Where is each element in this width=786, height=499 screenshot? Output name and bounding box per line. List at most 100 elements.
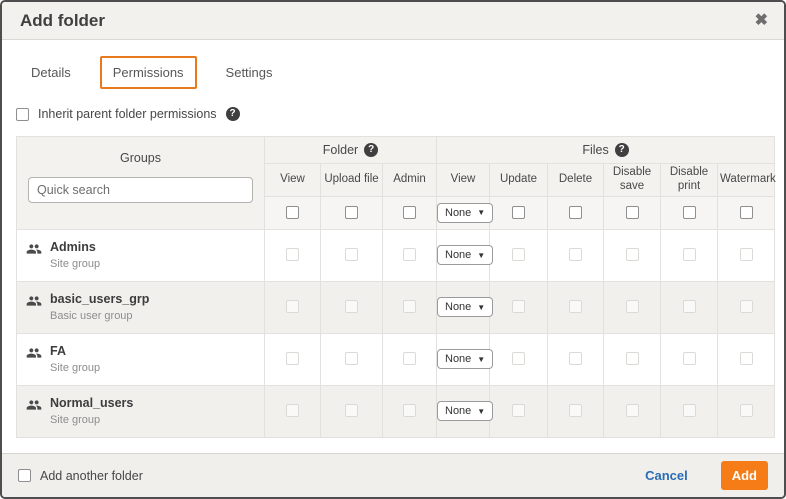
files-delete-checkbox[interactable] xyxy=(569,300,582,313)
inherit-help-icon[interactable]: ? xyxy=(226,107,240,121)
files-disable-save-checkbox[interactable] xyxy=(626,404,639,417)
folder-upload-checkbox[interactable] xyxy=(345,404,358,417)
folder-view-checkbox[interactable] xyxy=(286,300,299,313)
files-update-checkbox[interactable] xyxy=(512,404,525,417)
table-row: Admins Site group None ▼ xyxy=(17,229,775,281)
selectall-folder-view-checkbox[interactable] xyxy=(286,206,299,219)
folder-upload-checkbox[interactable] xyxy=(345,300,358,313)
chevron-down-icon: ▼ xyxy=(477,407,485,416)
tab-details-label: Details xyxy=(31,65,71,80)
selectall-files-view-select[interactable]: None ▼ xyxy=(437,203,493,223)
inherit-permissions-checkbox[interactable] xyxy=(16,108,29,121)
permissions-table: Groups Folder ? Files ? xyxy=(16,136,775,438)
files-disable-save-checkbox[interactable] xyxy=(626,248,639,261)
folder-view-checkbox[interactable] xyxy=(286,404,299,417)
files-view-select-value: None xyxy=(445,207,471,219)
table-row: FA Site group None ▼ xyxy=(17,333,775,385)
group-icon xyxy=(26,397,42,413)
files-update-checkbox[interactable] xyxy=(512,300,525,313)
selectall-files-disable-print-checkbox[interactable] xyxy=(683,206,696,219)
folder-admin-checkbox[interactable] xyxy=(403,248,416,261)
files-disable-print-checkbox[interactable] xyxy=(683,300,696,313)
col-files-update: Update xyxy=(490,164,548,197)
files-view-select-value: None xyxy=(445,353,471,365)
inherit-permissions-row: Inherit parent folder permissions ? xyxy=(16,107,770,121)
files-watermark-checkbox[interactable] xyxy=(740,352,753,365)
tab-settings[interactable]: Settings xyxy=(213,56,286,89)
files-section-label: Files xyxy=(582,143,608,157)
folder-view-checkbox[interactable] xyxy=(286,352,299,365)
col-files-disable-save: Disable save xyxy=(604,164,661,197)
group-icon xyxy=(26,241,42,257)
add-button[interactable]: Add xyxy=(721,461,768,490)
group-name: Normal_users xyxy=(50,396,133,410)
col-folder-view: View xyxy=(265,164,321,197)
files-delete-checkbox[interactable] xyxy=(569,352,582,365)
groups-header-cell: Groups xyxy=(17,137,265,230)
tab-permissions-label: Permissions xyxy=(113,65,184,80)
selectall-files-disable-save-checkbox[interactable] xyxy=(626,206,639,219)
files-section-header: Files ? xyxy=(437,137,775,164)
add-another-folder-checkbox[interactable] xyxy=(18,469,31,482)
folder-section-label: Folder xyxy=(323,143,358,157)
files-view-select[interactable]: None ▼ xyxy=(437,349,493,369)
files-update-checkbox[interactable] xyxy=(512,352,525,365)
tab-permissions[interactable]: Permissions xyxy=(100,56,197,89)
group-name: Admins xyxy=(50,240,100,254)
section-header-row: Groups Folder ? Files ? xyxy=(17,137,775,164)
folder-admin-checkbox[interactable] xyxy=(403,300,416,313)
files-watermark-checkbox[interactable] xyxy=(740,300,753,313)
tab-details[interactable]: Details xyxy=(18,56,84,89)
groups-header-label: Groups xyxy=(28,151,253,165)
files-disable-save-checkbox[interactable] xyxy=(626,300,639,313)
selectall-files-delete-checkbox[interactable] xyxy=(569,206,582,219)
folder-upload-checkbox[interactable] xyxy=(345,248,358,261)
quick-search-input[interactable] xyxy=(28,177,253,203)
folder-upload-checkbox[interactable] xyxy=(345,352,358,365)
selectall-folder-admin-checkbox[interactable] xyxy=(403,206,416,219)
col-files-delete: Delete xyxy=(548,164,604,197)
tab-bar: Details Permissions Settings xyxy=(16,56,770,89)
selectall-folder-upload-checkbox[interactable] xyxy=(345,206,358,219)
dialog-body: Details Permissions Settings Inherit par… xyxy=(2,40,784,453)
group-cell: Normal_users Site group xyxy=(17,396,264,426)
chevron-down-icon: ▼ xyxy=(477,251,485,260)
files-delete-checkbox[interactable] xyxy=(569,248,582,261)
files-disable-print-checkbox[interactable] xyxy=(683,352,696,365)
group-cell: Admins Site group xyxy=(17,240,264,270)
dialog-title: Add folder xyxy=(20,11,105,31)
selectall-files-watermark-checkbox[interactable] xyxy=(740,206,753,219)
col-folder-admin: Admin xyxy=(383,164,437,197)
selectall-files-update-checkbox[interactable] xyxy=(512,206,525,219)
files-view-select[interactable]: None ▼ xyxy=(437,245,493,265)
files-disable-print-checkbox[interactable] xyxy=(683,248,696,261)
files-help-icon[interactable]: ? xyxy=(615,143,629,157)
files-disable-save-checkbox[interactable] xyxy=(626,352,639,365)
tab-settings-label: Settings xyxy=(226,65,273,80)
files-watermark-checkbox[interactable] xyxy=(740,248,753,261)
add-folder-dialog: Add folder ✖ Details Permissions Setting… xyxy=(0,0,786,499)
col-files-disable-print: Disable print xyxy=(661,164,718,197)
col-folder-upload: Upload file xyxy=(321,164,383,197)
folder-help-icon[interactable]: ? xyxy=(364,143,378,157)
close-icon[interactable]: ✖ xyxy=(755,13,768,29)
folder-admin-checkbox[interactable] xyxy=(403,404,416,417)
folder-admin-checkbox[interactable] xyxy=(403,352,416,365)
add-another-folder-label: Add another folder xyxy=(40,469,143,483)
files-update-checkbox[interactable] xyxy=(512,248,525,261)
table-row: Normal_users Site group None ▼ xyxy=(17,385,775,437)
files-watermark-checkbox[interactable] xyxy=(740,404,753,417)
group-cell: FA Site group xyxy=(17,344,264,374)
group-type: Site group xyxy=(50,414,133,426)
files-view-select[interactable]: None ▼ xyxy=(437,401,493,421)
cancel-button[interactable]: Cancel xyxy=(645,468,688,483)
files-view-select-value: None xyxy=(445,405,471,417)
files-view-select[interactable]: None ▼ xyxy=(437,297,493,317)
group-type: Site group xyxy=(50,362,100,374)
dialog-footer: Add another folder Cancel Add xyxy=(2,453,784,497)
group-name: basic_users_grp xyxy=(50,292,149,306)
group-type: Site group xyxy=(50,258,100,270)
folder-view-checkbox[interactable] xyxy=(286,248,299,261)
files-delete-checkbox[interactable] xyxy=(569,404,582,417)
files-disable-print-checkbox[interactable] xyxy=(683,404,696,417)
